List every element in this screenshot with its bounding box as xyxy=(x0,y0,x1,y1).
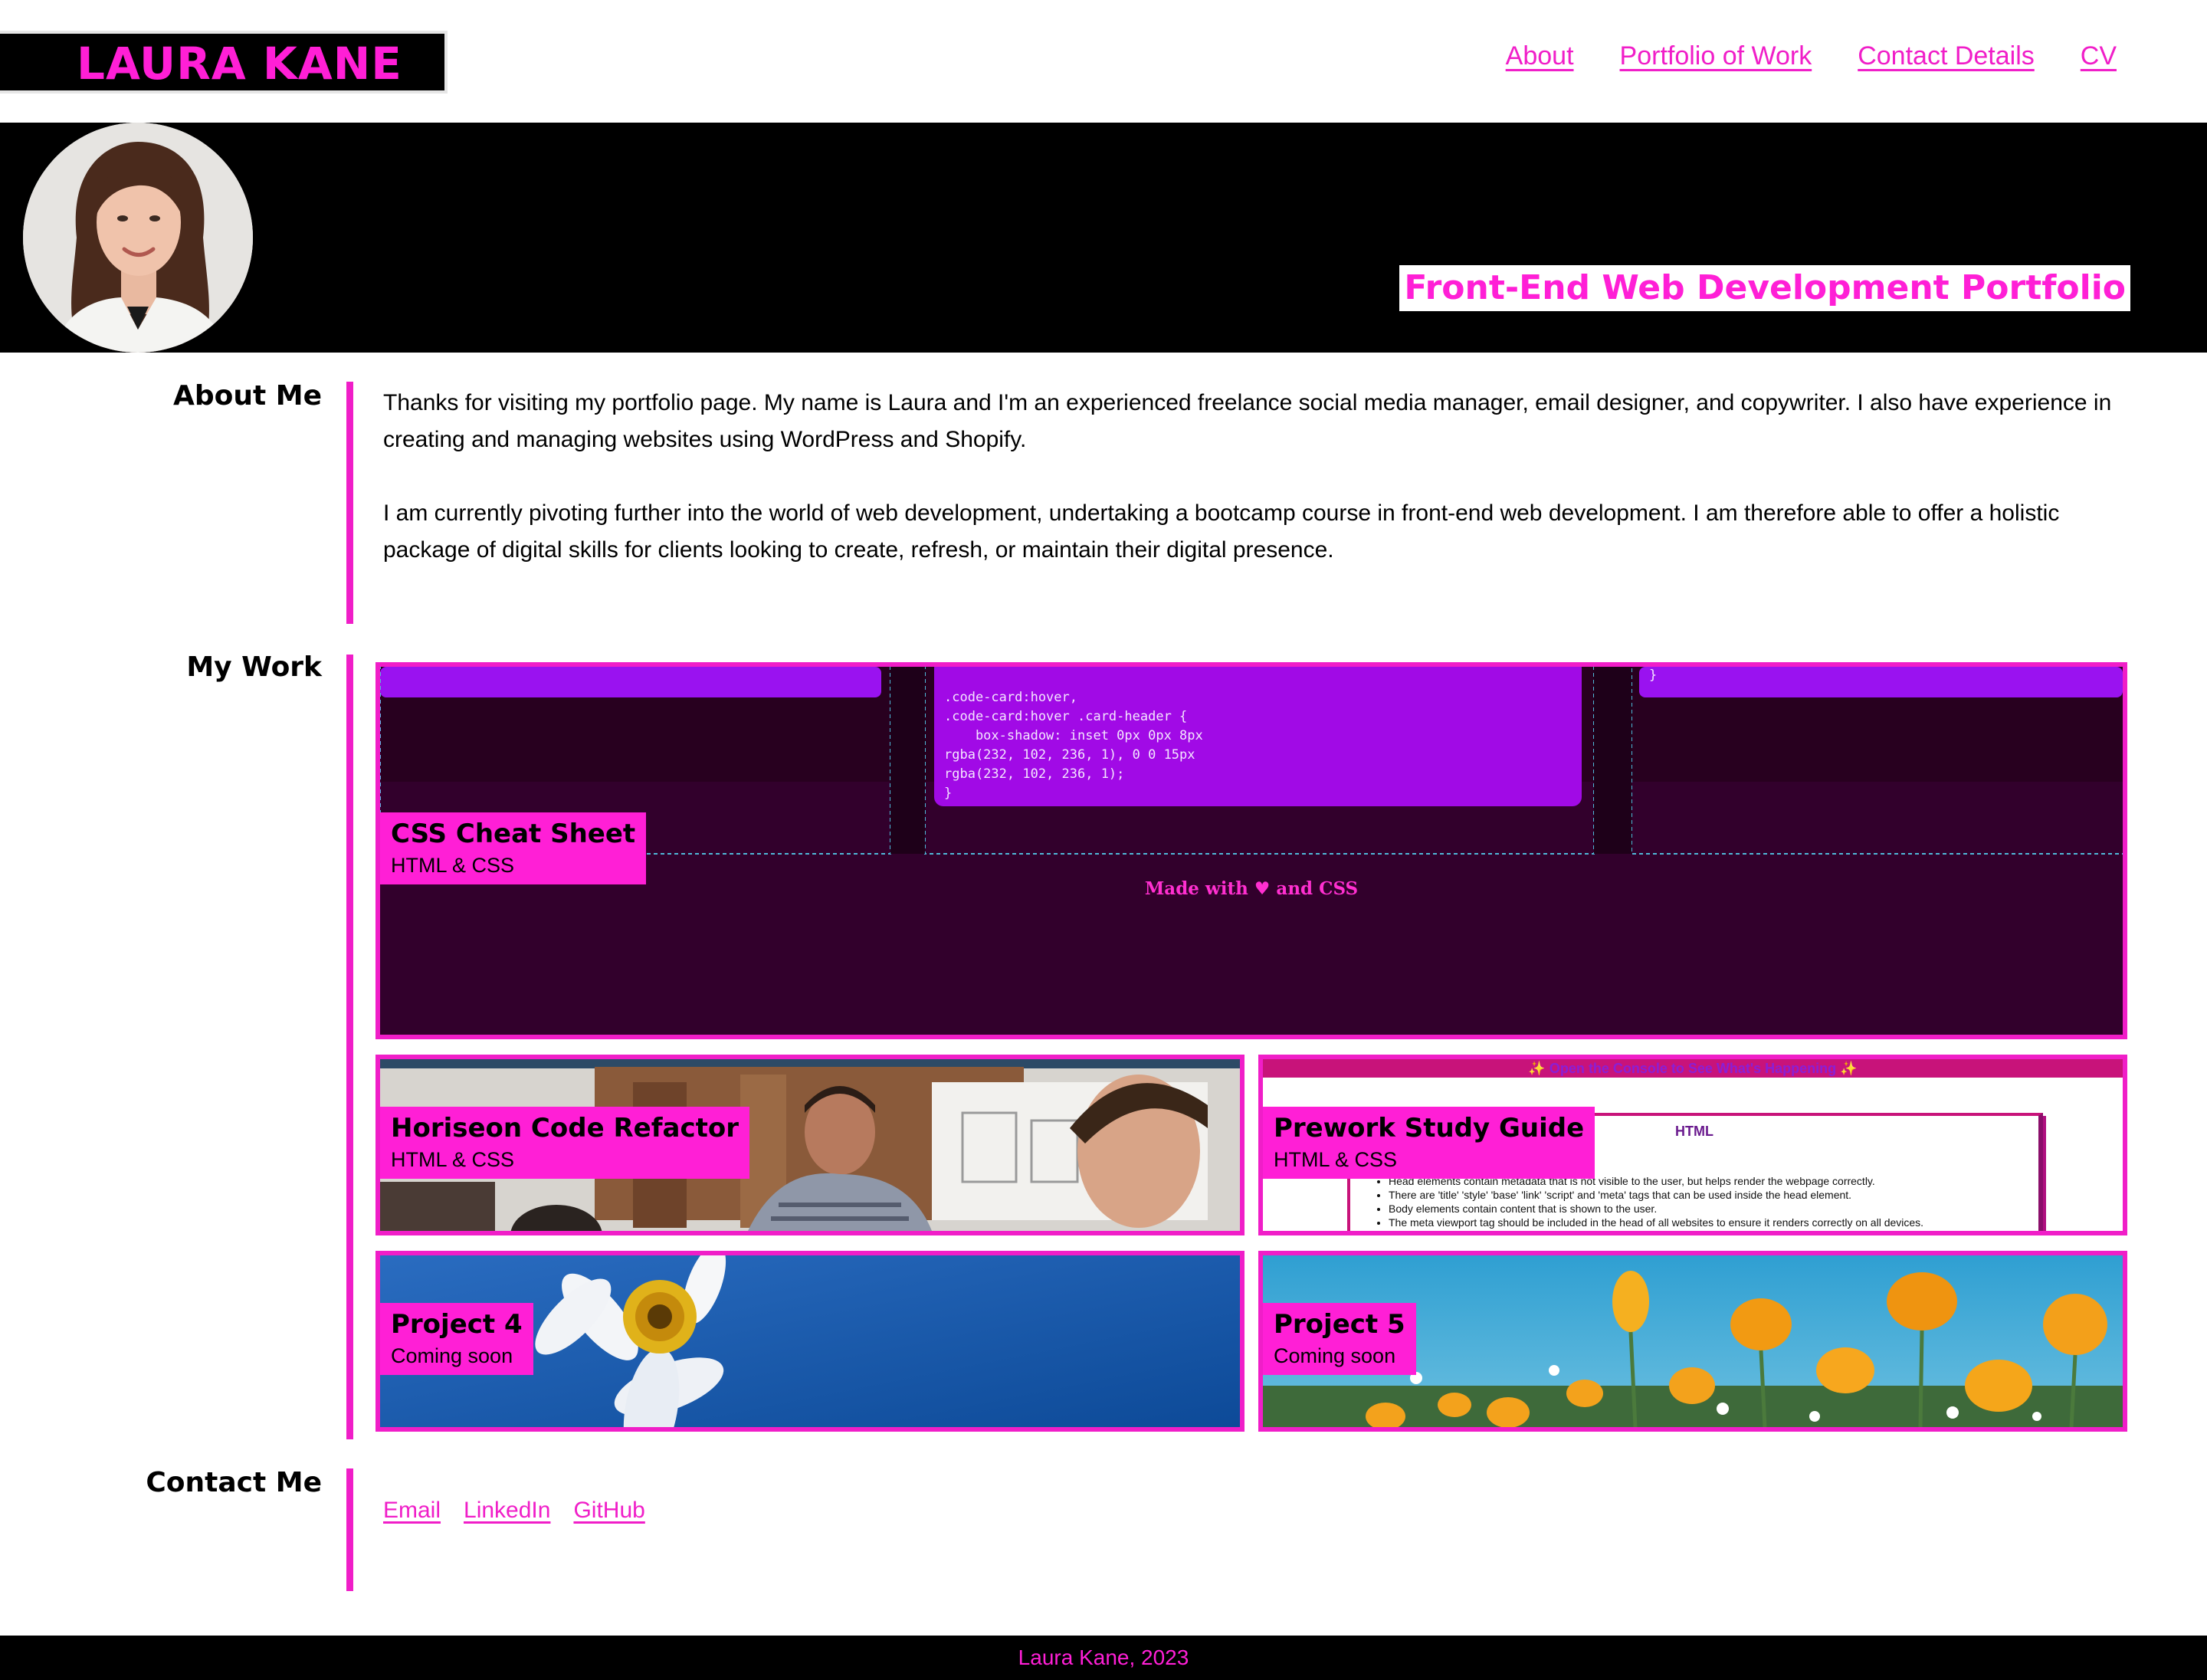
nav-link-portfolio[interactable]: Portfolio of Work xyxy=(1620,41,1812,71)
site-footer: Laura Kane, 2023 xyxy=(0,1636,2207,1680)
card-label: Prework Study Guide HTML & CSS xyxy=(1263,1107,1595,1179)
preview-list: Head elements contain metadata that is n… xyxy=(1376,1174,1923,1229)
nav-link-contact[interactable]: Contact Details xyxy=(1858,41,2035,71)
main-nav: About Portfolio of Work Contact Details … xyxy=(1506,41,2117,71)
code-snippet: .code-card:hover, .code-card:hover .card-… xyxy=(944,690,1203,801)
work-heading: My Work xyxy=(186,651,322,683)
card-subtitle: Coming soon xyxy=(1274,1344,1396,1367)
card-subtitle: Coming soon xyxy=(391,1344,513,1367)
card-title: CSS Cheat Sheet xyxy=(391,819,636,849)
card-subtitle: HTML & CSS xyxy=(391,1148,515,1171)
project-card-css-cheat-sheet[interactable]: .code-card:hover, .code-card:hover .card-… xyxy=(375,662,2127,1039)
project-card-4[interactable]: Project 4 Coming soon xyxy=(375,1251,1245,1432)
logo-text: LAURA KANE xyxy=(77,38,402,90)
preview-list-item: The meta viewport tag should be included… xyxy=(1389,1216,1923,1229)
preview-list-item: There are 'title' 'style' 'base' 'link' … xyxy=(1389,1188,1923,1202)
card-subtitle: HTML & CSS xyxy=(1274,1148,1398,1171)
avatar-photo xyxy=(23,123,253,353)
logo[interactable]: LAURA KANE xyxy=(0,31,448,94)
avatar xyxy=(23,123,253,353)
contact-links: Email LinkedIn GitHub xyxy=(383,1498,645,1524)
preview-list-item: Body elements contain content that is sh… xyxy=(1389,1202,1923,1216)
email-link[interactable]: Email xyxy=(383,1498,441,1524)
code-brace: } xyxy=(1649,668,1658,683)
project-card-horiseon[interactable]: Horiseon Code Refactor HTML & CSS xyxy=(375,1055,1245,1235)
hero-banner: Front-End Web Development Portfolio xyxy=(0,123,2207,353)
contact-divider xyxy=(346,1468,353,1591)
site-header: LAURA KANE About Portfolio of Work Conta… xyxy=(0,0,2207,123)
footer-text: Laura Kane, 2023 xyxy=(1018,1646,1189,1669)
linkedin-link[interactable]: LinkedIn xyxy=(464,1498,550,1524)
card-title: Horiseon Code Refactor xyxy=(391,1113,739,1144)
card-label: Project 4 Coming soon xyxy=(380,1303,533,1375)
card-label: Horiseon Code Refactor HTML & CSS xyxy=(380,1107,749,1179)
about-heading: About Me xyxy=(173,380,322,412)
about-paragraph: Thanks for visiting my portfolio page. M… xyxy=(383,390,2112,452)
card-title: Prework Study Guide xyxy=(1274,1113,1585,1144)
project-card-prework[interactable]: ✨ Open the Console to See What's Happeni… xyxy=(1258,1055,2127,1235)
card-label: CSS Cheat Sheet HTML & CSS xyxy=(380,812,647,884)
about-divider xyxy=(346,382,353,624)
nav-link-about[interactable]: About xyxy=(1506,41,1574,71)
nav-link-cv[interactable]: CV xyxy=(2081,41,2117,71)
card-label: Project 5 Coming soon xyxy=(1263,1303,1416,1375)
preview-banner: ✨ Open the Console to See What's Happeni… xyxy=(1263,1059,2123,1078)
about-paragraph: I am currently pivoting further into the… xyxy=(383,500,2060,563)
card-subtitle: HTML & CSS xyxy=(391,854,515,877)
hero-title: Front-End Web Development Portfolio xyxy=(1399,265,2130,311)
card-title: Project 4 xyxy=(391,1309,523,1340)
contact-heading: Contact Me xyxy=(146,1467,322,1498)
work-divider xyxy=(346,655,353,1439)
github-link[interactable]: GitHub xyxy=(573,1498,644,1524)
about-text: Thanks for visiting my portfolio page. M… xyxy=(383,385,2127,605)
card-title: Project 5 xyxy=(1274,1309,1405,1340)
project-card-5[interactable]: Project 5 Coming soon xyxy=(1258,1251,2127,1432)
